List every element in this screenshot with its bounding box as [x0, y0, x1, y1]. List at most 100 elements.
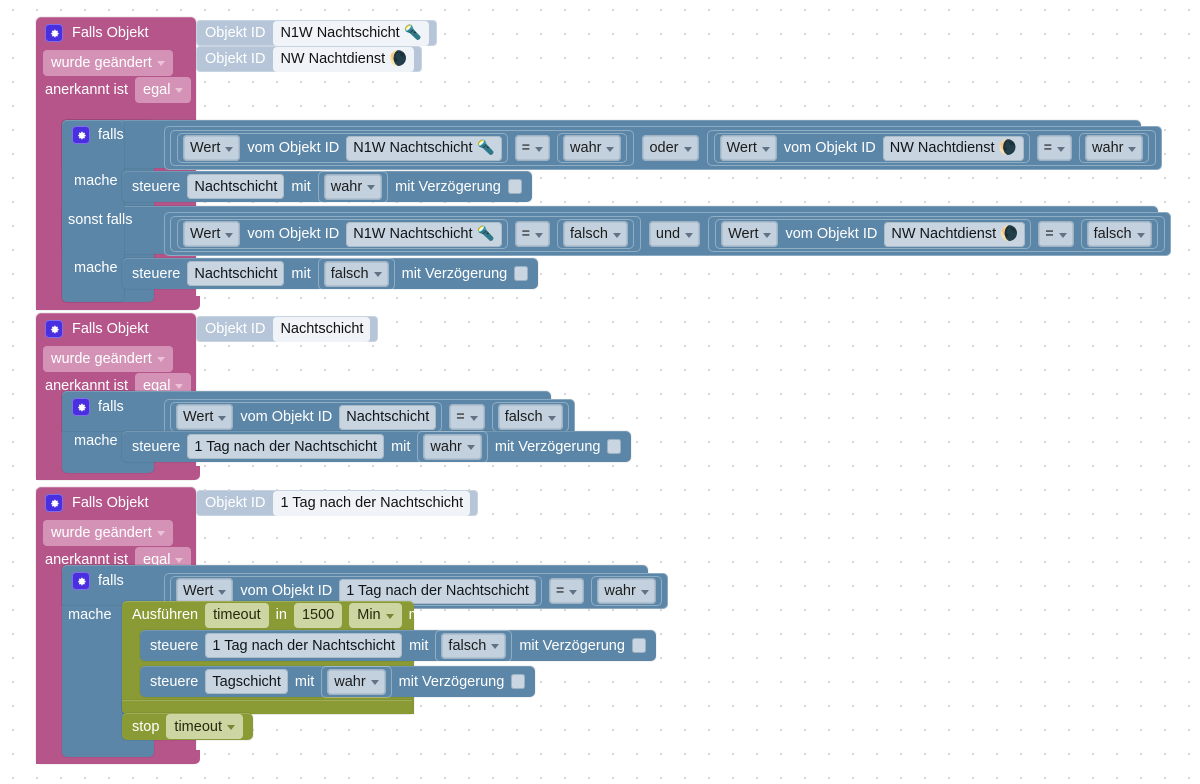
- object-id-field[interactable]: NW Nachtdienst 🌘: [882, 135, 1024, 161]
- compare-block-2a[interactable]: Wert vom Objekt ID N1W Nachtschicht 🔦 = …: [170, 216, 641, 252]
- delay-checkbox[interactable]: [514, 266, 529, 281]
- comparison-operator-dropdown[interactable]: =: [1036, 135, 1073, 161]
- change-mode-dropdown[interactable]: wurde geändert: [43, 49, 173, 76]
- blockly-workspace[interactable]: Falls Objekt wurde geändert anerkannt is…: [0, 0, 1200, 784]
- control-statement-1[interactable]: steuere Nachtschicht mit wahr mit Verzög…: [122, 171, 532, 202]
- gear-icon[interactable]: [72, 126, 90, 144]
- stop-timeout-dropdown[interactable]: timeout: [166, 714, 243, 739]
- value-dropdown[interactable]: wahr: [423, 433, 482, 460]
- object-id-value[interactable]: N1W Nachtschicht 🔦: [273, 20, 429, 46]
- timeout-body-statement-2[interactable]: steuere Tagschicht mit wahr mit Verzöger…: [140, 666, 536, 698]
- control-statement-3[interactable]: steuere 1 Tag nach der Nachtschicht mit …: [122, 431, 632, 463]
- target-object-field[interactable]: Nachtschicht: [187, 261, 285, 286]
- ack-dropdown[interactable]: egal: [135, 76, 192, 103]
- event-change-mode-row[interactable]: wurde geändert: [36, 49, 196, 76]
- value-getter-3[interactable]: Wert vom Objekt ID Nachtschicht: [170, 402, 442, 432]
- boolean-value-wrapper[interactable]: wahr: [318, 171, 388, 203]
- object-id-block-1[interactable]: Objekt ID N1W Nachtschicht 🔦: [196, 20, 437, 46]
- target-object-field[interactable]: 1 Tag nach der Nachtschicht: [205, 633, 403, 658]
- getter-dropdown[interactable]: Wert: [183, 221, 241, 247]
- gear-icon[interactable]: [45, 24, 63, 42]
- value-dropdown[interactable]: falsch: [441, 632, 507, 659]
- boolean-literal-3[interactable]: falsch: [492, 402, 569, 432]
- boolean-literal-1b[interactable]: wahr: [1079, 133, 1149, 163]
- value-getter-1a[interactable]: Wert vom Objekt ID N1W Nachtschicht 🔦: [177, 133, 508, 163]
- compare-block-1b[interactable]: Wert vom Objekt ID NW Nachtdienst 🌘 = wa…: [707, 130, 1157, 166]
- chevron-down-icon: [156, 357, 165, 362]
- target-object-field[interactable]: Nachtschicht: [187, 174, 285, 199]
- comparison-operator-dropdown[interactable]: =: [449, 404, 485, 430]
- compare-block-1a[interactable]: Wert vom Objekt ID N1W Nachtschicht 🔦 = …: [170, 130, 634, 166]
- boolean-value-wrapper[interactable]: wahr: [417, 431, 487, 463]
- logic-and-block-1[interactable]: Wert vom Objekt ID N1W Nachtschicht 🔦 = …: [164, 212, 1171, 256]
- target-object-field[interactable]: 1 Tag nach der Nachtschicht: [187, 434, 385, 459]
- timeout-body-statement-1[interactable]: steuere 1 Tag nach der Nachtschicht mit …: [140, 630, 656, 661]
- comparison-operator-dropdown[interactable]: =: [514, 135, 551, 161]
- delay-checkbox[interactable]: [507, 179, 522, 194]
- logic-op-dropdown-or[interactable]: oder: [642, 135, 699, 161]
- object-id-field[interactable]: N1W Nachtschicht 🔦: [346, 135, 502, 161]
- boolean-dropdown[interactable]: falsch: [1086, 221, 1152, 247]
- boolean-dropdown[interactable]: wahr: [597, 578, 656, 604]
- boolean-value-wrapper[interactable]: falsch: [318, 258, 395, 290]
- value-dropdown[interactable]: falsch: [323, 260, 389, 287]
- change-mode-dropdown[interactable]: wurde geändert: [43, 345, 173, 372]
- timeout-name-field[interactable]: timeout: [205, 602, 269, 628]
- boolean-value-wrapper[interactable]: falsch: [435, 630, 512, 662]
- gear-icon[interactable]: [72, 398, 90, 416]
- event-change-mode-row[interactable]: wurde geändert: [36, 345, 196, 372]
- timeout-header[interactable]: Ausführen timeout in 1500 Min ms: [122, 601, 438, 629]
- comparison-operator-dropdown[interactable]: =: [1038, 221, 1074, 247]
- boolean-literal-2b[interactable]: falsch: [1081, 219, 1158, 249]
- timeout-unit-dropdown[interactable]: Min: [349, 602, 402, 628]
- object-id-value[interactable]: Nachtschicht: [273, 316, 371, 342]
- delay-checkbox[interactable]: [511, 674, 526, 689]
- control-statement-2[interactable]: steuere Nachtschicht mit falsch mit Verz…: [122, 258, 539, 290]
- value-dropdown[interactable]: wahr: [327, 668, 386, 695]
- object-id-field[interactable]: NW Nachtdienst 🌘: [884, 221, 1026, 247]
- object-id-field[interactable]: Nachtschicht: [339, 404, 437, 430]
- stop-timeout-block[interactable]: stop timeout: [122, 713, 253, 740]
- boolean-dropdown[interactable]: wahr: [1085, 135, 1144, 161]
- compare-block-3[interactable]: Wert vom Objekt ID Nachtschicht = falsch: [164, 399, 575, 435]
- gear-icon[interactable]: [45, 320, 63, 338]
- object-id-block-3[interactable]: Objekt ID Nachtschicht: [196, 316, 379, 342]
- value-getter-2b[interactable]: Wert vom Objekt ID NW Nachtdienst 🌘: [715, 219, 1031, 249]
- boolean-literal-2a[interactable]: falsch: [557, 219, 634, 249]
- event-change-mode-row[interactable]: wurde geändert: [36, 519, 196, 546]
- boolean-literal-4[interactable]: wahr: [591, 576, 661, 606]
- boolean-dropdown[interactable]: falsch: [563, 221, 628, 247]
- boolean-value-wrapper[interactable]: wahr: [321, 666, 391, 698]
- comparison-operator-dropdown[interactable]: =: [548, 578, 585, 604]
- getter-dropdown[interactable]: Wert: [719, 135, 777, 161]
- comparison-operator-dropdown[interactable]: =: [514, 221, 551, 247]
- value-getter-2a[interactable]: Wert vom Objekt ID N1W Nachtschicht 🔦: [177, 219, 508, 249]
- mit-label: mit: [291, 265, 311, 282]
- object-id-field[interactable]: 1 Tag nach der Nachtschicht: [339, 578, 536, 604]
- object-id-field[interactable]: N1W Nachtschicht 🔦: [346, 221, 502, 247]
- target-object-field[interactable]: Tagschicht: [205, 669, 288, 694]
- boolean-dropdown[interactable]: wahr: [563, 135, 622, 161]
- if-keyword-label: falls: [98, 573, 124, 589]
- gear-icon[interactable]: [45, 494, 63, 512]
- object-id-block-2[interactable]: Objekt ID NW Nachtdienst 🌘: [196, 46, 423, 72]
- gear-icon[interactable]: [72, 572, 90, 590]
- event-ack-row[interactable]: anerkannt ist egal: [36, 76, 196, 103]
- object-id-block-4[interactable]: Objekt ID 1 Tag nach der Nachtschicht: [196, 490, 479, 516]
- value-dropdown[interactable]: wahr: [323, 173, 383, 200]
- boolean-dropdown[interactable]: falsch: [497, 404, 563, 430]
- getter-dropdown[interactable]: Wert: [721, 221, 779, 247]
- getter-dropdown[interactable]: Wert: [183, 135, 241, 161]
- logic-or-block-1[interactable]: Wert vom Objekt ID N1W Nachtschicht 🔦 = …: [164, 126, 1163, 170]
- getter-dropdown[interactable]: Wert: [176, 404, 234, 430]
- object-id-value[interactable]: 1 Tag nach der Nachtschicht: [273, 490, 471, 516]
- boolean-literal-1a[interactable]: wahr: [557, 133, 627, 163]
- logic-op-dropdown-and[interactable]: und: [648, 221, 701, 247]
- delay-checkbox[interactable]: [631, 638, 646, 653]
- timeout-duration-field[interactable]: 1500: [293, 602, 343, 628]
- object-id-value[interactable]: NW Nachtdienst 🌘: [273, 46, 415, 72]
- delay-checkbox[interactable]: [607, 439, 622, 454]
- change-mode-dropdown[interactable]: wurde geändert: [43, 519, 173, 546]
- compare-block-2b[interactable]: Wert vom Objekt ID NW Nachtdienst 🌘 = fa…: [708, 216, 1164, 252]
- value-getter-1b[interactable]: Wert vom Objekt ID NW Nachtdienst 🌘: [714, 133, 1030, 163]
